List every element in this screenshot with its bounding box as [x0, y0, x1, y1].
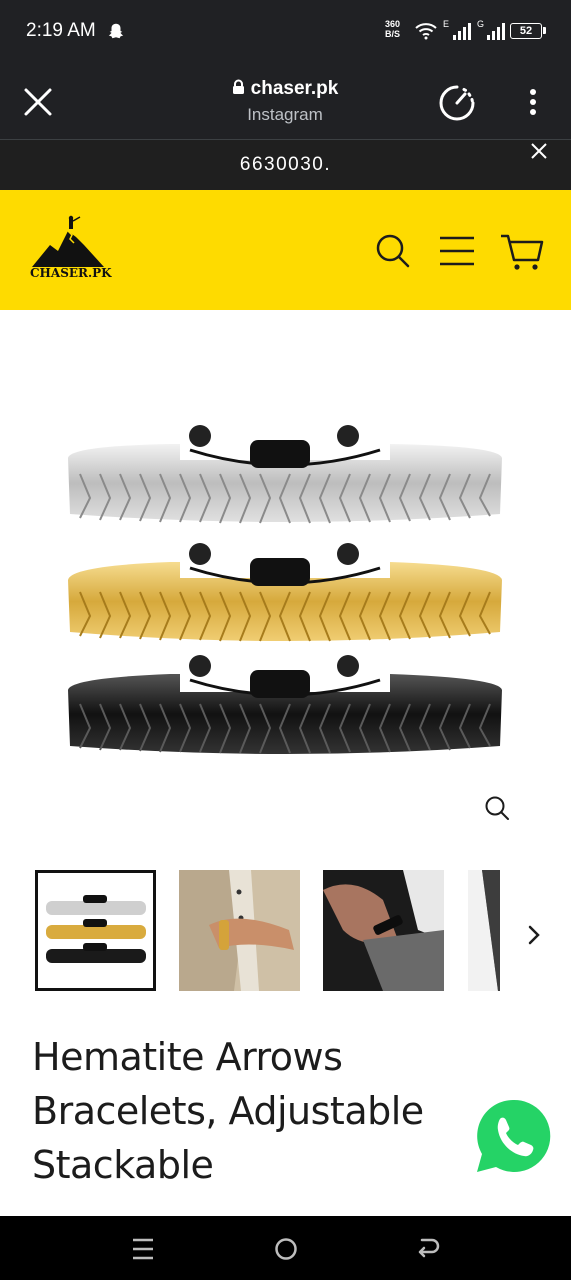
whatsapp-icon[interactable]: [474, 1097, 552, 1175]
network-speed: 360 B/S: [385, 19, 400, 39]
speedometer-icon[interactable]: [438, 84, 476, 122]
signal-1: E: [443, 19, 472, 41]
hamburger-icon[interactable]: [439, 235, 475, 267]
search-icon[interactable]: [375, 233, 411, 269]
thumbnail-image: [468, 870, 500, 991]
signal-bars-icon: [487, 23, 505, 40]
thumbnail-image: [46, 895, 146, 963]
gold-bracelet: [68, 543, 502, 642]
thumbnail-bracelet-set[interactable]: [35, 870, 156, 991]
battery-tip: [543, 27, 546, 34]
status-time: 2:19 AM: [26, 20, 96, 41]
thumbnail-image: [323, 870, 444, 991]
thumbnail-wrist-black[interactable]: [323, 870, 444, 991]
url-subtitle: Instagram: [247, 105, 323, 124]
back-icon[interactable]: [416, 1236, 440, 1262]
url-display[interactable]: chaser.pk Instagram: [150, 78, 420, 125]
lock-icon: [232, 79, 244, 94]
thumbnail-partial[interactable]: [468, 870, 500, 991]
announcement-text: 6630030.: [239, 154, 332, 175]
signal-bars-icon: [453, 23, 471, 40]
product-image[interactable]: [50, 410, 520, 770]
cart-icon[interactable]: [500, 232, 544, 272]
thumbnail-wrist-gold[interactable]: [179, 870, 300, 991]
black-bracelet: [68, 655, 502, 754]
net-speed-unit: B/S: [385, 29, 401, 39]
wifi-icon: [415, 23, 437, 40]
battery-indicator: 52: [510, 23, 542, 39]
silver-bracelet: [68, 425, 502, 524]
zoom-icon[interactable]: [484, 795, 510, 821]
more-vert-icon[interactable]: [524, 88, 542, 116]
url-text: chaser.pk: [250, 78, 339, 99]
net-speed-value: 360: [385, 19, 401, 29]
snapchat-notification-icon: [108, 23, 124, 39]
logo-text: CHASER.PK: [30, 266, 112, 280]
thumbnail-image: [179, 870, 300, 991]
close-announcement-icon[interactable]: [530, 142, 548, 160]
home-icon[interactable]: [274, 1237, 298, 1261]
signal-2: G: [477, 19, 506, 41]
chevron-right-icon[interactable]: [525, 924, 543, 946]
recents-icon[interactable]: [132, 1236, 154, 1262]
announcement-bar: 6630030.: [0, 140, 571, 190]
close-icon[interactable]: [22, 86, 54, 118]
url-line: chaser.pk: [150, 78, 420, 100]
product-title: Hematite Arrows Bracelets, Adjustable St…: [32, 1035, 424, 1187]
